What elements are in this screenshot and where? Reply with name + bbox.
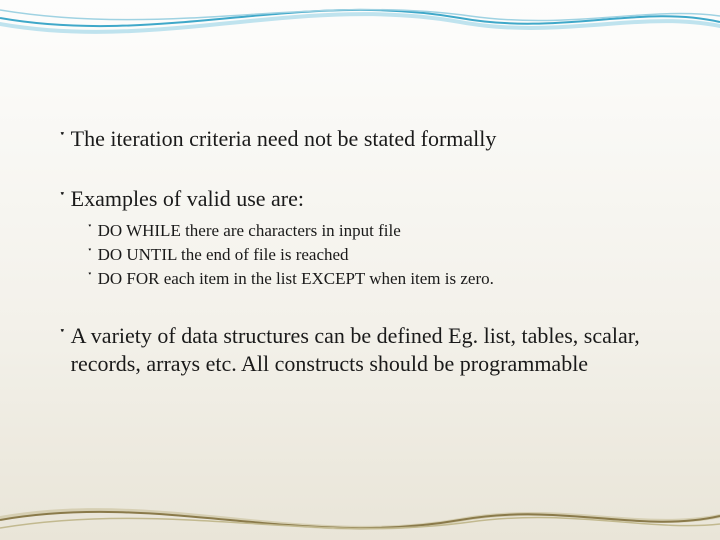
bullet-glyph-icon: ་ xyxy=(60,324,65,350)
bullet-glyph-icon: ་ xyxy=(88,269,92,289)
bullet-glyph-icon: ་ xyxy=(60,127,65,153)
list-item-text: DO UNTIL the end of file is reached xyxy=(98,244,349,266)
bullet-glyph-icon: ་ xyxy=(88,221,92,241)
slide: ་ The iteration criteria need not be sta… xyxy=(0,0,720,540)
bullet-glyph-icon: ་ xyxy=(88,245,92,265)
list-item-text: A variety of data structures can be defi… xyxy=(71,322,660,377)
spacer xyxy=(60,308,660,322)
list-item: ་ DO UNTIL the end of file is reached xyxy=(88,244,660,266)
list-item: ་ A variety of data structures can be de… xyxy=(60,322,660,377)
decorative-wave-top xyxy=(0,0,720,60)
spacer xyxy=(60,171,660,185)
list-item: ་ DO FOR each item in the list EXCEPT wh… xyxy=(88,268,660,290)
list-item-text: DO FOR each item in the list EXCEPT when… xyxy=(98,268,494,290)
list-item-text: DO WHILE there are characters in input f… xyxy=(98,220,401,242)
list-item-text: Examples of valid use are: xyxy=(71,185,304,213)
list-item: ་ DO WHILE there are characters in input… xyxy=(88,220,660,242)
list-item: ་ Examples of valid use are: xyxy=(60,185,660,213)
bullet-glyph-icon: ་ xyxy=(60,187,65,213)
slide-body: ་ The iteration criteria need not be sta… xyxy=(60,125,660,395)
list-item-text: The iteration criteria need not be state… xyxy=(71,125,497,153)
list-item: ་ The iteration criteria need not be sta… xyxy=(60,125,660,153)
decorative-wave-bottom xyxy=(0,480,720,540)
